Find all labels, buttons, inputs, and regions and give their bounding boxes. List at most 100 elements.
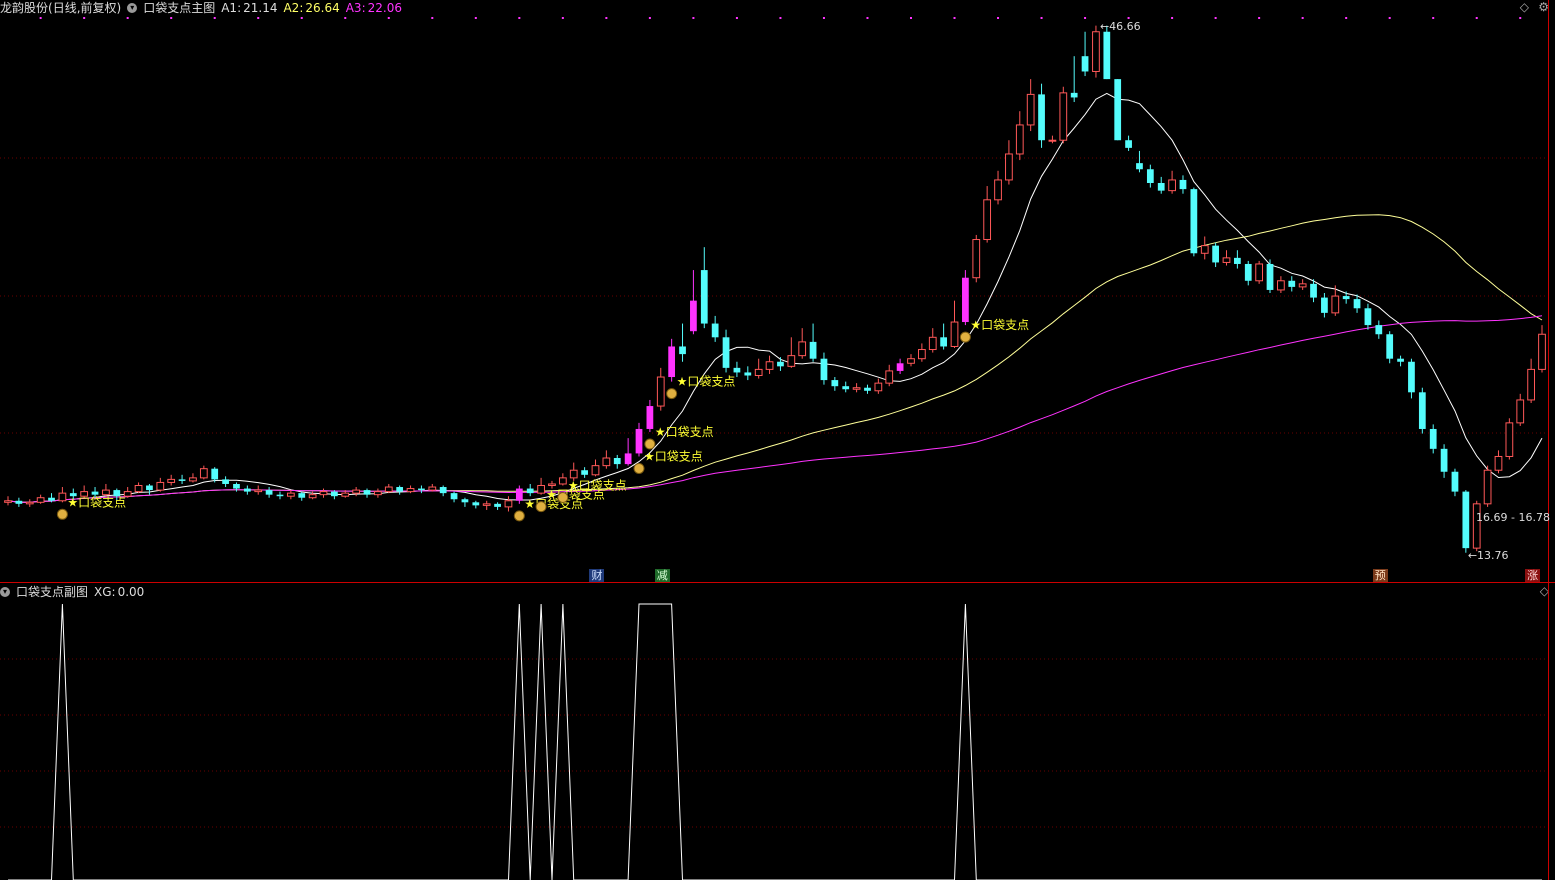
candle-body [656, 376, 665, 407]
candle-body [1146, 169, 1154, 183]
candle-body [1168, 179, 1176, 192]
candle-body [613, 458, 621, 465]
top-marker [1084, 17, 1087, 19]
money-bag-icon [513, 510, 525, 522]
candle-body [787, 355, 796, 367]
top-marker [1258, 17, 1261, 19]
candle-body [1429, 428, 1437, 449]
money-bag-icon [557, 492, 569, 503]
candle-body [91, 491, 99, 495]
top-marker [605, 17, 608, 19]
top-marker [126, 17, 129, 19]
ma-short-line [7, 92, 1543, 503]
candle-body [1418, 392, 1426, 429]
top-marker [822, 17, 825, 19]
candle-body [994, 179, 1002, 201]
candle-body [1070, 92, 1078, 98]
candle-body [798, 341, 807, 357]
candle-body [928, 336, 937, 351]
high-price-label: ←46.66 [1099, 19, 1141, 33]
candle-body [515, 488, 523, 501]
signal-label: ★口袋支点 [568, 479, 627, 493]
candle-body [48, 497, 55, 501]
candle-body [167, 478, 176, 483]
event-tag[interactable]: 减 [654, 569, 670, 582]
candle-body [36, 497, 45, 503]
candle-body [711, 323, 719, 338]
candle-body [907, 358, 915, 364]
top-marker [1388, 17, 1391, 19]
candle-body [679, 346, 686, 355]
ma-mid-line [7, 214, 1543, 503]
event-tag[interactable]: 涨 [1525, 569, 1541, 582]
candle-body [1494, 455, 1503, 471]
candle-body [722, 337, 730, 368]
candle-body [1386, 334, 1394, 359]
candle-body [396, 487, 404, 492]
candle-body [211, 468, 219, 480]
candle-body [1505, 422, 1514, 457]
candle-body [1179, 179, 1187, 190]
candle-body [668, 346, 676, 378]
candle-body [1005, 153, 1013, 181]
candle-body [199, 468, 208, 479]
candle-body [461, 499, 469, 503]
money-bag-icon [644, 438, 656, 450]
price-chart[interactable]: ★口袋支点 ★口袋支点★口袋支点★口袋支点★口袋支点★口袋支点★口袋支点★口袋支点 [0, 0, 1555, 880]
candle-body [1200, 245, 1209, 254]
top-marker [1040, 17, 1043, 19]
top-marker [170, 17, 173, 19]
candle-body [308, 494, 317, 499]
range-label: 16.69 - 16.78 [1476, 511, 1550, 524]
top-marker [953, 17, 956, 19]
candle-body [733, 367, 741, 373]
candle-body [1190, 189, 1198, 254]
event-tag[interactable]: 预 [1372, 569, 1388, 582]
signal-label: ★口袋支点 [677, 375, 736, 389]
candle-body [319, 491, 328, 496]
candle-body [548, 483, 556, 487]
candle-body [1222, 257, 1231, 263]
candle-body [1125, 140, 1132, 148]
candle-body [885, 370, 894, 384]
candle-body [1092, 31, 1100, 72]
candle-body [472, 502, 480, 506]
candle-body [189, 477, 197, 482]
candle-body [428, 486, 437, 491]
candle-body [58, 492, 67, 502]
candle-body [1353, 299, 1361, 309]
candle-body [254, 489, 263, 493]
top-marker [344, 17, 347, 19]
candle-body [482, 503, 491, 506]
candle-body [809, 341, 817, 359]
candle-body [504, 500, 513, 508]
top-marker [909, 17, 912, 19]
top-marker [1475, 17, 1478, 19]
top-marker [431, 17, 434, 19]
candle-body [1103, 31, 1111, 80]
candle-body [276, 494, 284, 497]
candle-body [1408, 361, 1415, 393]
candle-body [917, 349, 926, 360]
candle-body [286, 492, 295, 497]
candle-body [1266, 263, 1274, 290]
candle-body [1483, 469, 1492, 505]
candle-body [581, 470, 588, 475]
top-marker [692, 17, 695, 19]
candle-body [134, 485, 143, 493]
candle-body [1212, 245, 1219, 263]
event-tag[interactable]: 财 [589, 569, 605, 582]
candle-body [1527, 368, 1535, 401]
top-marker [1301, 17, 1304, 19]
candle-body [1375, 325, 1383, 335]
top-marker [866, 17, 869, 19]
candle-body [1298, 283, 1307, 288]
candle-body [233, 483, 240, 489]
candle-body [940, 337, 948, 347]
money-bag-icon [56, 508, 68, 520]
candle-body [146, 485, 153, 491]
candle-body [243, 488, 251, 492]
money-bag-icon [666, 388, 678, 400]
candle-body [363, 490, 371, 495]
candle-body [1331, 295, 1340, 314]
